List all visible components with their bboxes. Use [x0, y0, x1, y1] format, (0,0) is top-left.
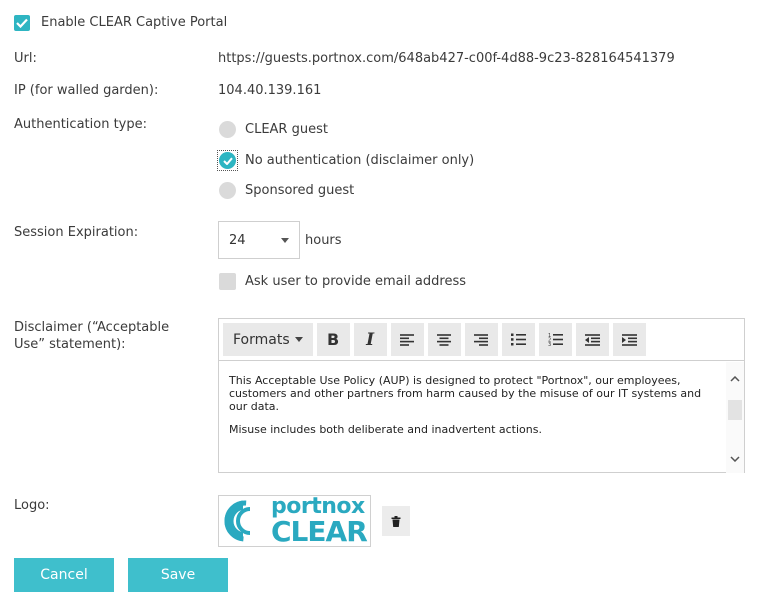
italic-icon: I — [366, 329, 375, 350]
align-right-button[interactable] — [464, 323, 498, 356]
align-left-button[interactable] — [390, 323, 424, 356]
auth-radio-sponsored[interactable] — [219, 182, 236, 199]
bullet-list-icon — [510, 333, 526, 346]
disclaimer-label-line1: Disclaimer (“Acceptable — [14, 320, 170, 335]
logo-wordmark: portnox CLEAR — [271, 496, 368, 548]
formats-label: Formats — [233, 331, 290, 348]
logo-label: Logo: — [14, 498, 50, 513]
align-center-button[interactable] — [427, 323, 461, 356]
outdent-button[interactable] — [575, 323, 609, 356]
align-left-icon — [400, 333, 415, 346]
ip-label: IP (for walled garden): — [14, 83, 159, 98]
disclaimer-paragraph: This Acceptable Use Policy (AUP) is desi… — [229, 374, 702, 413]
outdent-icon — [584, 333, 600, 346]
delete-logo-button[interactable] — [382, 506, 410, 536]
url-value: https://guests.portnox.com/648ab427-c00f… — [218, 51, 675, 66]
logo-text-bottom: CLEAR — [271, 515, 368, 548]
editor-toolbar: Formats B I 123 — [219, 319, 744, 361]
enable-portal-checkbox[interactable] — [14, 15, 30, 31]
enable-portal-row[interactable]: Enable CLEAR Captive Portal — [14, 15, 227, 31]
ask-email-checkbox[interactable] — [219, 273, 236, 290]
align-right-icon — [474, 333, 489, 346]
url-label: Url: — [14, 51, 37, 66]
portnox-logo-icon — [224, 499, 267, 543]
bold-icon: B — [327, 330, 340, 349]
auth-option-sponsored[interactable]: Sponsored guest — [219, 182, 354, 199]
trash-icon — [391, 515, 401, 527]
ask-email-label: Ask user to provide email address — [245, 273, 467, 289]
enable-portal-label: Enable CLEAR Captive Portal — [41, 15, 228, 30]
align-center-icon — [437, 333, 452, 346]
logo-preview: portnox CLEAR — [218, 495, 371, 547]
auth-option-no-auth[interactable]: No authentication (disclaimer only) — [217, 150, 474, 171]
session-expiration-label: Session Expiration: — [14, 225, 139, 240]
disclaimer-editor[interactable]: Formats B I 123 This Acceptable Use Poli… — [218, 318, 745, 473]
auth-option-clear-guest[interactable]: CLEAR guest — [219, 121, 328, 138]
ask-email-row[interactable]: Ask user to provide email address — [219, 273, 466, 290]
italic-button[interactable]: I — [353, 323, 387, 356]
auth-option-label: No authentication (disclaimer only) — [245, 152, 475, 168]
svg-text:3: 3 — [548, 342, 551, 346]
auth-radio-no-auth[interactable] — [219, 152, 236, 169]
checkmark-icon — [16, 18, 28, 28]
numbered-list-icon: 123 — [548, 333, 563, 346]
formats-dropdown[interactable]: Formats — [223, 323, 313, 356]
auth-radio-clear-guest[interactable] — [219, 121, 236, 138]
chevron-down-icon — [281, 237, 289, 243]
disclaimer-paragraph: Misuse includes both deliberate and inad… — [229, 423, 542, 436]
save-button[interactable]: Save — [128, 558, 228, 592]
bullet-list-button[interactable] — [501, 323, 535, 356]
editor-scrollbar[interactable] — [726, 362, 744, 473]
cancel-button[interactable]: Cancel — [14, 558, 114, 592]
auth-option-label: Sponsored guest — [245, 182, 355, 198]
chevron-down-icon — [294, 337, 303, 342]
scroll-thumb[interactable] — [728, 400, 742, 420]
checkmark-icon — [222, 157, 233, 165]
auth-radio-focus-ring — [217, 150, 238, 171]
numbered-list-button[interactable]: 123 — [538, 323, 572, 356]
session-expiration-select[interactable]: 24 — [218, 221, 300, 259]
disclaimer-label-line2: Use” statement): — [14, 337, 126, 352]
auth-type-label: Authentication type: — [14, 117, 147, 132]
bold-button[interactable]: B — [316, 323, 350, 356]
indent-button[interactable] — [612, 323, 646, 356]
scroll-up-icon[interactable] — [726, 370, 744, 388]
auth-option-label: CLEAR guest — [245, 121, 328, 137]
session-expiration-value: 24 — [229, 232, 246, 248]
ip-value: 104.40.139.161 — [218, 83, 322, 98]
indent-icon — [621, 333, 637, 346]
editor-content[interactable]: This Acceptable Use Policy (AUP) is desi… — [229, 374, 714, 446]
scroll-down-icon[interactable] — [726, 450, 744, 468]
session-unit-label: hours — [305, 233, 342, 248]
